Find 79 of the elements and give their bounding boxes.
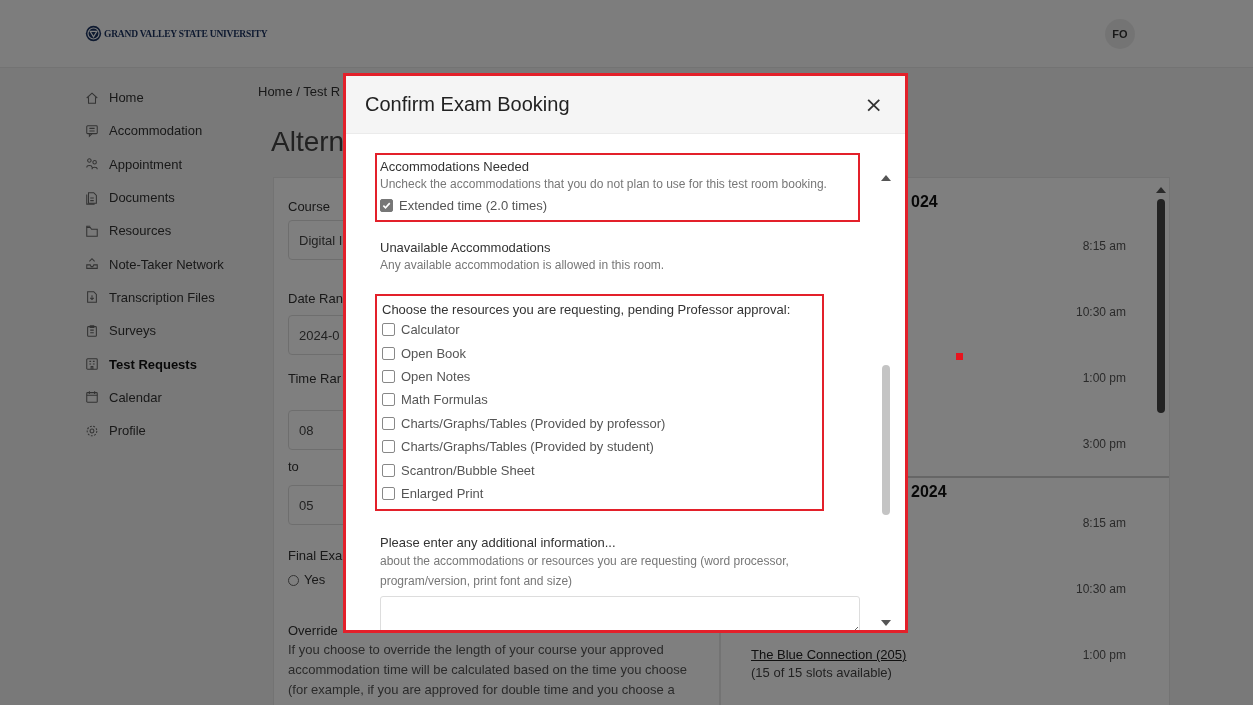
section-hint: about the accommodations or resources you are requesting (word processor, program/version, print font and size) [380, 553, 790, 591]
checkbox-label: Enlarged Print [401, 485, 484, 501]
home-icon [85, 90, 99, 105]
tray-icon [85, 257, 99, 272]
field-label: to [288, 459, 299, 475]
time-label: 8:15 am [1082, 515, 1126, 532]
section-heading: Please enter any additional information... [380, 535, 616, 552]
section-hint: Uncheck the accommodations that you do not plan to use for this test room booking. [380, 176, 828, 193]
close-button[interactable]: × [864, 93, 883, 116]
field-label: Override [288, 623, 338, 639]
logo-icon [85, 25, 102, 42]
checkbox[interactable] [382, 369, 395, 383]
scroll-up-arrow[interactable] [1156, 187, 1166, 193]
checkbox-label: Charts/Graphs/Tables (Provided by student) [401, 439, 654, 455]
checkbox-label: Calculator [401, 322, 460, 338]
sidebar-item[interactable]: Accommodation [85, 114, 258, 148]
logo-text[interactable]: GRAND VALLEY STATE UNIVERSITY [104, 28, 268, 39]
field-label: Course [288, 199, 330, 215]
sidebar-item[interactable]: Resources [85, 214, 258, 248]
time-label: 10:30 am [1075, 304, 1126, 321]
checkbox[interactable] [382, 486, 395, 500]
time-label: 10:30 am [1075, 581, 1126, 598]
help-text: If you choose to override the length of your course your approved accommodation time will be calculated based on the time you choose (for example, if you are approved for double time and you choose a [288, 641, 688, 699]
chat-icon [85, 123, 99, 138]
scroll-up-arrow[interactable] [881, 175, 891, 181]
date-heading: 024 [910, 192, 938, 212]
time-label: 1:00 pm [1082, 370, 1126, 387]
folder-icon [85, 223, 99, 238]
radio-label: Yes [304, 572, 326, 588]
annotation-marker [956, 353, 963, 360]
user-avatar[interactable]: FO [1105, 18, 1135, 49]
checkbox-label: Scantron/Bubble Sheet [401, 462, 535, 478]
availability-text: (15 of 15 slots available) [751, 664, 893, 682]
checkbox[interactable] [382, 393, 395, 407]
sidebar-item[interactable]: Home [85, 81, 258, 115]
scrollbar-thumb[interactable] [1157, 199, 1165, 413]
time-label: 3:00 pm [1082, 436, 1126, 453]
section-heading: Choose the resources you are requesting, pending Professor approval: [382, 302, 791, 318]
room-link[interactable]: The Blue Connection (205) [751, 646, 907, 664]
checkbox-label: Open Book [401, 345, 467, 361]
clipboard-icon [85, 323, 99, 338]
sidebar-item[interactable]: Surveys [85, 314, 258, 348]
field-label: Final Exa [288, 548, 343, 564]
field-label: Time Rar [288, 371, 341, 387]
sidebar-item[interactable]: Transcription Files [85, 280, 258, 315]
date-heading: 2024 [910, 482, 947, 502]
settings-icon [85, 423, 99, 438]
section-heading: Accommodations Needed [380, 159, 529, 175]
checkbox[interactable] [382, 323, 395, 337]
scroll-down-arrow[interactable] [881, 620, 891, 626]
sidebar-item[interactable]: Note-Taker Network [85, 247, 258, 281]
building-icon [85, 357, 99, 371]
time-label: 1:00 pm [1082, 647, 1126, 664]
checkbox[interactable] [382, 416, 395, 430]
section-heading: Unavailable Accommodations [380, 240, 551, 256]
dialog-title: Confirm Exam Booking [365, 93, 570, 116]
sidebar-item[interactable]: Calendar [85, 380, 258, 414]
checkbox-label: Extended time (2.0 times) [399, 197, 548, 213]
sidebar-item[interactable]: Test Requests [85, 347, 258, 381]
checkbox-label: Open Notes [401, 368, 471, 384]
checkbox[interactable] [380, 198, 393, 212]
document-icon [85, 190, 99, 205]
time-label: 8:15 am [1082, 238, 1126, 255]
section-hint: Any available accommodation is allowed in this room. [380, 257, 666, 274]
sidebar-item[interactable]: Appointment [85, 147, 258, 181]
checkbox[interactable] [382, 463, 395, 477]
people-icon [85, 157, 99, 172]
calendar-icon [85, 390, 99, 405]
file-icon [85, 290, 99, 305]
page-title: Altern [271, 126, 345, 157]
scrollbar-thumb[interactable] [882, 365, 890, 515]
breadcrumb[interactable]: Home / Test R [258, 84, 341, 100]
checkbox-label: Charts/Graphs/Tables (Provided by professor) [401, 415, 666, 431]
checkbox[interactable] [382, 346, 395, 360]
checkbox[interactable] [382, 440, 395, 454]
field-label: Date Ran [288, 291, 343, 307]
checkbox-label: Math Formulas [401, 392, 488, 408]
sidebar-item[interactable]: Profile [85, 413, 258, 448]
sidebar-item[interactable]: Documents [85, 180, 258, 215]
